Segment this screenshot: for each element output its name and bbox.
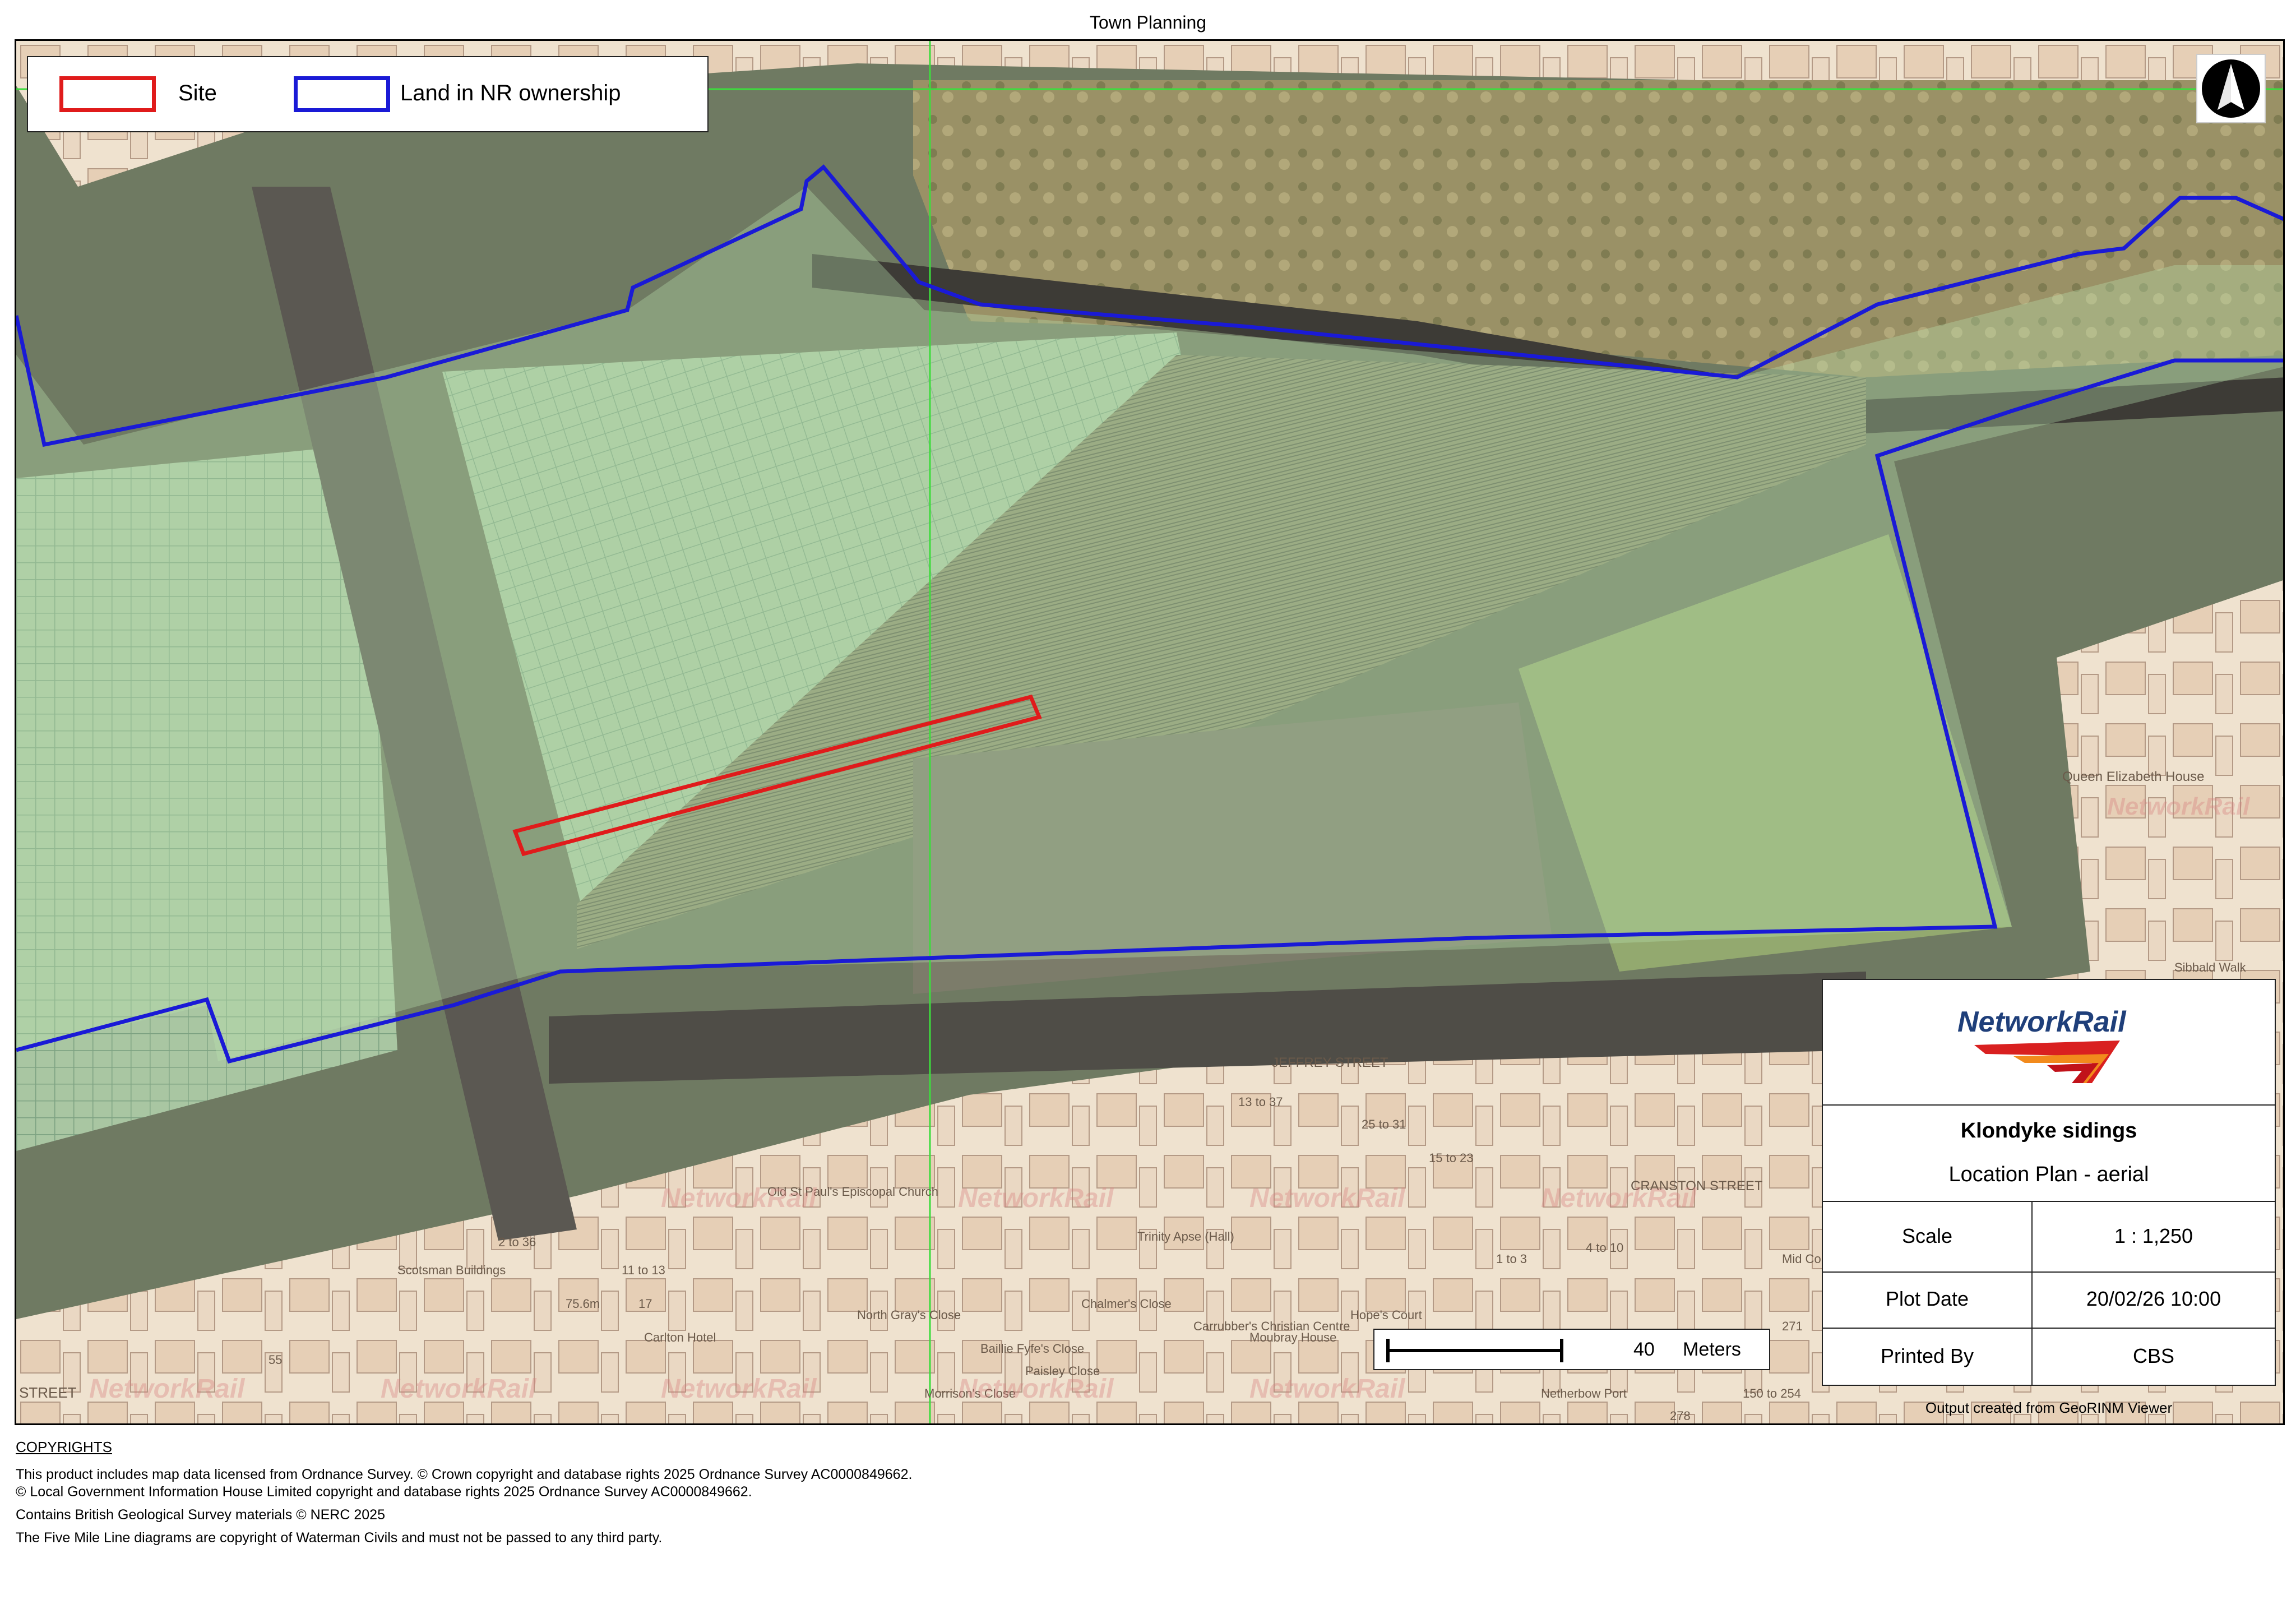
watermark: NetworkRail [661,1374,817,1404]
watermark: NetworkRail [958,1374,1114,1404]
plot-date-value: 20/02/26 10:00 [2086,1287,2221,1310]
scale-label: Scale [1901,1224,1953,1247]
network-rail-logo: NetworkRail [1957,1006,2127,1083]
scale-value: 1 : 1,250 [2114,1224,2193,1247]
watermark: NetworkRail [2107,793,2250,820]
map-label: 271 [1782,1319,1803,1333]
map-label: Hope's Court [1350,1308,1422,1322]
map-label: Trinity Apse (Hall) [1137,1229,1234,1243]
copyright-line: © Local Government Information House Lim… [16,1484,752,1500]
map-label: 17 [638,1297,652,1311]
watermark: NetworkRail [1249,1374,1406,1404]
scale-unit: Meters [1683,1339,1741,1360]
map-label: 278 [1670,1409,1691,1423]
legend-site-label: Site [178,81,217,105]
plot-date-label: Plot Date [1885,1287,1969,1310]
map-label: 15 to 23 [1429,1151,1474,1165]
network-rail-logo-text: NetworkRail [1957,1006,2127,1038]
map-label: 1 to 3 [1496,1252,1527,1266]
map-label: North Gray's Close [857,1308,961,1322]
map-label: Queen Elizabeth House [2062,769,2205,784]
map-label: 13 to 37 [1238,1095,1283,1109]
map-label: 55 [269,1353,282,1367]
output-note: Output created from GeoRINM Viewer [1925,1399,2173,1416]
copyright-line: The Five Mile Line diagrams are copyrigh… [16,1530,663,1546]
north-arrow-icon [2196,54,2266,123]
printed-by-label: Printed By [1880,1344,1974,1367]
legend-site-swatch [59,76,156,112]
map-label: Carlton Hotel [644,1330,716,1344]
legend-nr-land-swatch [294,76,390,112]
map-label: Baillie Fyfe's Close [980,1342,1084,1356]
map-label: Moubray House [1249,1330,1336,1344]
watermark: NetworkRail [1541,1183,1697,1213]
map-label: Chalmer's Close [1081,1297,1172,1311]
watermark: NetworkRail [661,1183,817,1213]
map-label: 150 to 254 [1743,1386,1801,1400]
printed-by-value: CBS [2132,1344,2175,1367]
drawing-title: Location Plan - aerial [1948,1163,2149,1186]
title-block: NetworkRail Klondyke sidings Location Pl… [1822,979,2276,1386]
map-label: 4 to 10 [1586,1241,1623,1255]
map-label: 2 to 36 [498,1235,536,1249]
map-label: Scotsman Buildings [397,1263,506,1277]
watermark: NetworkRail [1249,1183,1406,1213]
map-label: 75.6m [566,1297,600,1311]
copyrights: COPYRIGHTS This product includes map dat… [16,1439,1697,1552]
map-label: STREET [19,1384,77,1401]
legend: Site Land in NR ownership [27,56,709,132]
copyright-line: Contains British Geological Survey mater… [16,1507,385,1523]
project-title: Klondyke sidings [1960,1119,2137,1143]
watermark: NetworkRail [958,1183,1114,1213]
copyrights-heading: COPYRIGHTS [16,1439,112,1455]
watermark: NetworkRail [381,1374,537,1404]
page-title: Town Planning [1089,12,1207,33]
map-label: 11 to 13 [622,1263,665,1277]
map-label: 25 to 31 [1362,1117,1406,1131]
scale-value: 40 [1633,1339,1655,1360]
watermark: NetworkRail [89,1374,246,1404]
map-label: Sibbald Walk [2174,960,2247,974]
copyright-line: This product includes map data licensed … [16,1467,913,1482]
scale-bar: 40 Meters [1373,1329,1770,1370]
legend-nr-land-label: Land in NR ownership [400,81,621,105]
map-label: Netherbow Port [1541,1386,1627,1400]
scale-bar-graphic [1386,1339,1563,1362]
map-label: JEFFREY STREET [1272,1055,1388,1070]
